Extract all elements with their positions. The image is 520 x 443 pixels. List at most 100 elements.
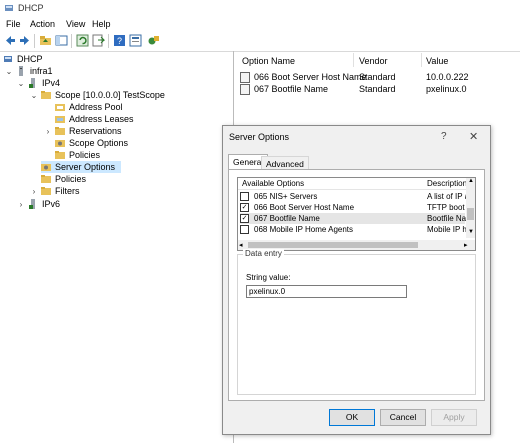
dhcp-icon bbox=[4, 56, 12, 62]
scrollbar-thumb[interactable] bbox=[248, 242, 418, 248]
option-checkbox[interactable]: ✓ bbox=[240, 203, 249, 212]
ok-button[interactable]: OK bbox=[329, 409, 375, 426]
column-header-description[interactable]: Description bbox=[427, 179, 467, 188]
scrollbar-thumb[interactable] bbox=[467, 208, 474, 220]
list-item[interactable]: 067 Bootfile Name bbox=[240, 83, 328, 95]
option-vendor: Standard bbox=[359, 72, 396, 82]
filter-icon bbox=[41, 187, 51, 195]
policies-icon bbox=[41, 175, 51, 183]
cancel-button[interactable]: Cancel bbox=[380, 409, 426, 426]
address-leases-icon bbox=[55, 116, 65, 123]
ipv6-icon bbox=[29, 199, 35, 209]
address-pool-icon bbox=[55, 104, 65, 111]
server-options-icon bbox=[41, 164, 51, 171]
scroll-up-icon[interactable]: ▲ bbox=[468, 178, 474, 184]
tree-label-address-pool: Address Pool bbox=[69, 102, 123, 112]
option-checkbox[interactable] bbox=[240, 225, 249, 234]
tree-label-server: infra1 bbox=[30, 66, 53, 76]
export-list-icon[interactable] bbox=[92, 34, 105, 47]
option-label: 065 NIS+ Servers bbox=[254, 192, 318, 201]
option-checkbox[interactable]: ✓ bbox=[240, 214, 249, 223]
dialog-title: Server Options bbox=[229, 132, 290, 142]
option-label: 066 Boot Server Host Name bbox=[254, 203, 355, 212]
option-description: Bootfile Nan bbox=[427, 214, 471, 223]
forward-icon[interactable] bbox=[18, 34, 31, 47]
help-icon[interactable]: ? bbox=[113, 34, 126, 47]
tree-item-scope[interactable]: ⌄ Scope [10.0.0.0] TestScope bbox=[30, 89, 165, 101]
tree-item-policies[interactable]: Policies bbox=[41, 173, 86, 185]
tree-item-scope-options[interactable]: Scope Options bbox=[55, 137, 128, 149]
refresh-icon[interactable] bbox=[76, 34, 89, 47]
tree-item-filters[interactable]: › Filters bbox=[30, 185, 80, 197]
column-header-value[interactable]: Value bbox=[426, 56, 448, 66]
scroll-left-icon[interactable]: ◂ bbox=[239, 241, 243, 249]
vertical-scrollbar[interactable]: ▲ ▼ bbox=[466, 178, 475, 238]
option-value: pxelinux.0 bbox=[426, 84, 467, 94]
scope-options-icon bbox=[55, 140, 65, 147]
tree-label-address-leases: Address Leases bbox=[69, 114, 134, 124]
help-button[interactable]: ? bbox=[441, 131, 447, 142]
column-header-vendor[interactable]: Vendor bbox=[359, 56, 388, 66]
expand-arrow-icon[interactable]: › bbox=[17, 200, 25, 209]
general-tab-panel: Available Options Description 065 NIS+ S… bbox=[228, 169, 485, 401]
window-title: DHCP bbox=[18, 3, 44, 13]
back-icon[interactable] bbox=[4, 34, 17, 47]
option-row[interactable]: ✓ 066 Boot Server Host Name TFTP boot s bbox=[240, 202, 471, 213]
tree-label-ipv4: IPv4 bbox=[42, 78, 61, 88]
close-icon[interactable]: ✕ bbox=[469, 130, 478, 143]
console-tree: DHCP ⌄ infra1 ⌄ IPv4 ⌄ Scope [10.0.0.0] … bbox=[0, 51, 234, 443]
string-value-input[interactable] bbox=[246, 285, 407, 298]
tree-item-server[interactable]: ⌄ infra1 bbox=[5, 65, 53, 77]
option-description: Mobile IP ho bbox=[427, 225, 472, 234]
column-header-option-name[interactable]: Option Name bbox=[242, 56, 295, 66]
collapse-arrow-icon[interactable]: ⌄ bbox=[30, 91, 38, 100]
apply-button[interactable]: Apply bbox=[431, 409, 477, 426]
expand-arrow-icon[interactable]: › bbox=[30, 187, 38, 196]
tree-label-reservations: Reservations bbox=[69, 126, 122, 136]
svg-text:?: ? bbox=[117, 36, 122, 46]
tree-label-filters: Filters bbox=[55, 186, 80, 196]
list-item[interactable]: 066 Boot Server Host Name bbox=[240, 71, 367, 83]
policies-icon bbox=[55, 151, 65, 159]
tree-item-server-options[interactable]: Server Options bbox=[41, 161, 122, 173]
option-row[interactable]: 065 NIS+ Servers A list of IP a bbox=[240, 191, 469, 202]
reservations-icon bbox=[55, 127, 65, 135]
option-row[interactable]: 068 Mobile IP Home Agents Mobile IP ho bbox=[240, 224, 471, 235]
tree-label-ipv6: IPv6 bbox=[42, 199, 61, 209]
tree-item-ipv6[interactable]: › IPv6 bbox=[17, 198, 60, 210]
expand-arrow-icon[interactable]: › bbox=[44, 127, 52, 136]
option-name: 067 Bootfile Name bbox=[254, 84, 329, 94]
collapse-arrow-icon[interactable]: ⌄ bbox=[17, 79, 25, 88]
toolbar: ? bbox=[0, 31, 520, 52]
menu-view[interactable]: View bbox=[66, 19, 85, 29]
available-options-list[interactable]: Available Options Description 065 NIS+ S… bbox=[237, 177, 476, 251]
menu-file[interactable]: File bbox=[6, 19, 21, 29]
menu-action[interactable]: Action bbox=[30, 19, 55, 29]
scroll-right-icon[interactable]: ▸ bbox=[464, 241, 468, 249]
column-header-available-options[interactable]: Available Options bbox=[242, 179, 304, 188]
option-row[interactable]: ✓ 067 Bootfile Name Bootfile Nan bbox=[240, 213, 471, 224]
collapse-arrow-icon[interactable]: ⌄ bbox=[5, 67, 13, 76]
tree-item-address-pool[interactable]: Address Pool bbox=[55, 101, 123, 113]
tree-item-address-leases[interactable]: Address Leases bbox=[55, 113, 134, 125]
option-checkbox[interactable] bbox=[240, 192, 249, 201]
tree-label-scope: Scope [10.0.0.0] TestScope bbox=[55, 90, 165, 100]
tree-item-scope-policies[interactable]: Policies bbox=[55, 149, 100, 161]
option-name: 066 Boot Server Host Name bbox=[254, 72, 367, 82]
dhcp-tool-icon[interactable] bbox=[147, 34, 160, 47]
menu-help[interactable]: Help bbox=[92, 19, 111, 29]
title-bar: DHCP bbox=[0, 0, 520, 17]
up-folder-icon[interactable] bbox=[39, 34, 52, 47]
tree-item-dhcp[interactable]: DHCP bbox=[3, 53, 43, 65]
tree-label-policies: Policies bbox=[55, 174, 87, 184]
option-label: 067 Bootfile Name bbox=[254, 214, 320, 223]
data-entry-legend: Data entry bbox=[243, 249, 284, 258]
show-hide-console-tree-icon[interactable] bbox=[55, 34, 68, 47]
option-icon bbox=[240, 71, 250, 83]
scroll-down-icon[interactable]: ▼ bbox=[468, 229, 474, 235]
properties-icon[interactable] bbox=[129, 34, 142, 47]
option-icon bbox=[240, 83, 250, 95]
tree-label-scope-options: Scope Options bbox=[69, 138, 129, 148]
tree-item-reservations[interactable]: › Reservations bbox=[44, 125, 122, 137]
tree-item-ipv4[interactable]: ⌄ IPv4 bbox=[17, 77, 60, 89]
